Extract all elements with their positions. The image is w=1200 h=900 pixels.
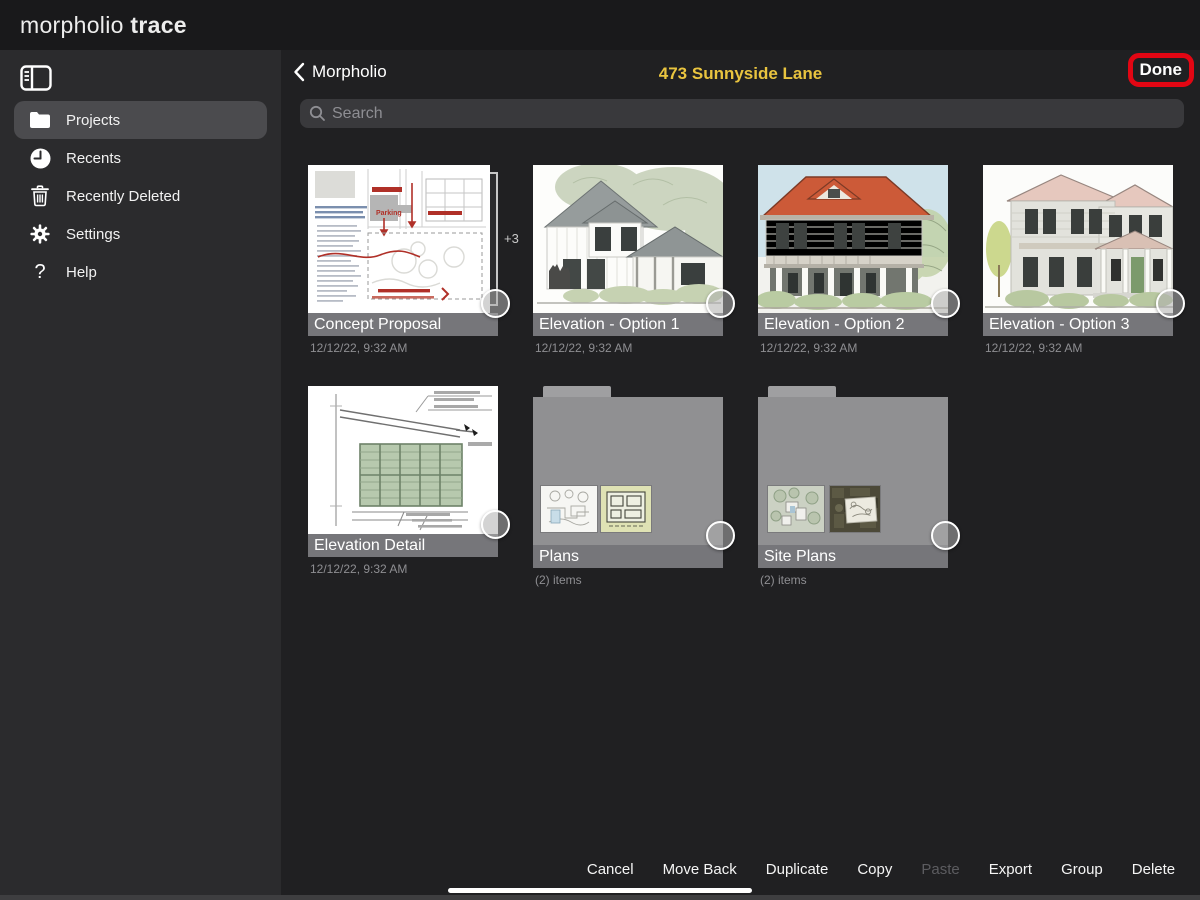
done-button[interactable]: Done — [1140, 60, 1183, 79]
stack-front-page: Parking — [308, 165, 490, 313]
sidebar-item-label: Projects — [66, 112, 120, 129]
project-title: Plans — [533, 545, 723, 568]
group-button[interactable]: Group — [1061, 861, 1103, 878]
project-tile-elevation-detail[interactable]: Elevation Detail 12/12/22, 9:32 AM — [308, 386, 498, 587]
content-area: Morpholio 473 Sunnyside Lane Done Search — [281, 50, 1200, 900]
paste-button[interactable]: Paste — [921, 861, 959, 878]
home-indicator[interactable] — [448, 888, 752, 893]
project-date: 12/12/22, 9:32 AM — [308, 562, 498, 576]
duplicate-button[interactable]: Duplicate — [766, 861, 829, 878]
search-icon — [309, 105, 326, 122]
folder-thumbnail[interactable] — [533, 386, 723, 545]
sidebar-item-label: Settings — [66, 226, 120, 243]
project-tile-site-plans-folder[interactable]: Site Plans (2) items — [758, 386, 948, 587]
bottom-edge-strip — [0, 895, 1200, 900]
sidebar: Projects Recents — [0, 50, 281, 900]
app-screen: morpholio trace Projects — [0, 0, 1200, 900]
delete-button[interactable]: Delete — [1132, 861, 1175, 878]
project-tile-elevation-option-2[interactable]: Elevation - Option 2 12/12/22, 9:32 AM — [758, 165, 948, 355]
project-item-count: (2) items — [758, 573, 948, 587]
sidebar-item-recently-deleted[interactable]: Recently Deleted — [14, 177, 267, 215]
trash-icon — [28, 184, 52, 208]
edit-toolbar: Cancel Move Back Duplicate Copy Paste Ex… — [562, 861, 1200, 878]
project-date: 12/12/22, 9:32 AM — [308, 341, 498, 355]
done-button-highlight: Done — [1128, 53, 1195, 87]
project-thumbnail[interactable] — [758, 165, 948, 313]
project-tile-concept-proposal[interactable]: Parking — [308, 165, 498, 355]
project-item-count: (2) items — [533, 573, 723, 587]
project-thumbnail[interactable] — [308, 386, 498, 534]
project-thumbnail[interactable]: Parking — [308, 165, 498, 313]
project-grid: Parking — [308, 165, 1188, 587]
selection-circle[interactable] — [706, 521, 735, 550]
project-tile-elevation-option-1[interactable]: Elevation - Option 1 12/12/22, 9:32 AM — [533, 165, 723, 355]
folder-mini-thumb — [601, 486, 651, 532]
project-title: Elevation - Option 2 — [758, 313, 948, 336]
folder-mini-thumb — [541, 486, 597, 532]
folder-icon — [28, 108, 52, 132]
project-title: Concept Proposal — [308, 313, 498, 336]
content-header: Morpholio 473 Sunnyside Lane Done — [281, 50, 1200, 96]
selection-circle[interactable] — [931, 521, 960, 550]
project-title: Elevation - Option 3 — [983, 313, 1173, 336]
project-date: 12/12/22, 9:32 AM — [983, 341, 1173, 355]
stack-count-badge: +3 — [504, 231, 519, 246]
selection-circle[interactable] — [931, 289, 960, 318]
logo-trace: trace — [130, 12, 186, 38]
folder-thumbnail[interactable] — [758, 386, 948, 545]
app-logo: morpholio trace — [20, 12, 187, 39]
export-button[interactable]: Export — [989, 861, 1032, 878]
project-title: Site Plans — [758, 545, 948, 568]
page-title: 473 Sunnyside Lane — [281, 64, 1200, 84]
top-bar: morpholio trace — [0, 0, 1200, 50]
sidebar-item-label: Recents — [66, 150, 121, 167]
logo-morpholio: morpholio — [20, 12, 124, 38]
search-placeholder: Search — [332, 105, 383, 123]
sidebar-item-label: Recently Deleted — [66, 188, 180, 205]
question-icon: ? — [28, 260, 52, 284]
sidebar-toggle-icon — [20, 65, 52, 91]
clock-icon — [28, 146, 52, 170]
sidebar-item-settings[interactable]: Settings — [14, 215, 267, 253]
project-thumbnail[interactable] — [533, 165, 723, 313]
project-tile-elevation-option-3[interactable]: Elevation - Option 3 12/12/22, 9:32 AM — [983, 165, 1173, 355]
selection-circle[interactable] — [1156, 289, 1185, 318]
sidebar-item-projects[interactable]: Projects — [14, 101, 267, 139]
folder-tab — [768, 386, 836, 397]
project-date: 12/12/22, 9:32 AM — [533, 341, 723, 355]
search-bar[interactable]: Search — [300, 99, 1184, 128]
project-title: Elevation Detail — [308, 534, 498, 557]
folder-tab — [543, 386, 611, 397]
project-tile-plans-folder[interactable]: Plans (2) items — [533, 386, 723, 587]
sidebar-item-recents[interactable]: Recents — [14, 139, 267, 177]
cancel-button[interactable]: Cancel — [587, 861, 634, 878]
sidebar-toggle-button[interactable] — [20, 63, 54, 93]
selection-circle[interactable] — [706, 289, 735, 318]
folder-mini-thumb — [830, 486, 880, 532]
project-title: Elevation - Option 1 — [533, 313, 723, 336]
move-back-button[interactable]: Move Back — [663, 861, 737, 878]
folder-body — [533, 397, 723, 545]
gear-icon — [28, 222, 52, 246]
copy-button[interactable]: Copy — [857, 861, 892, 878]
folder-body — [758, 397, 948, 545]
folder-mini-thumb — [768, 486, 824, 532]
project-thumbnail[interactable] — [983, 165, 1173, 313]
thumb-annotation-parking: Parking — [376, 210, 402, 217]
selection-circle[interactable] — [481, 289, 510, 318]
sidebar-item-help[interactable]: ? Help — [14, 253, 267, 291]
selection-circle[interactable] — [481, 510, 510, 539]
project-date: 12/12/22, 9:32 AM — [758, 341, 948, 355]
sidebar-item-label: Help — [66, 264, 97, 281]
